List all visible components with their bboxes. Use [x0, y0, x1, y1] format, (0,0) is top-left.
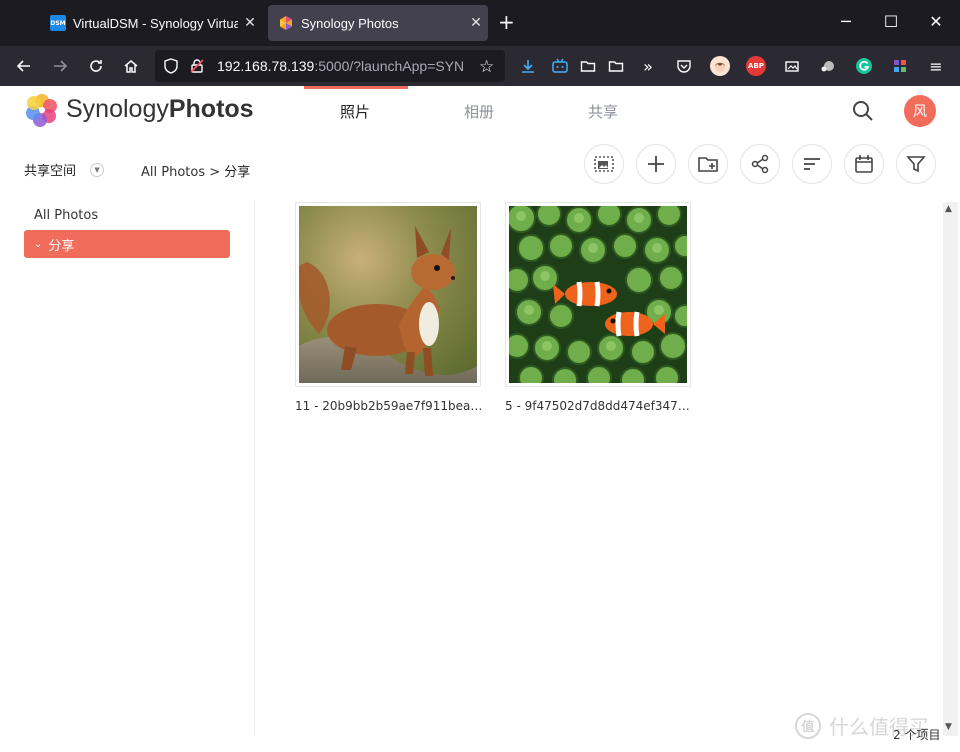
photo-caption[interactable]: 5 - 9f47502d7d8dd474ef3476... [505, 399, 695, 413]
tab-virtualdsm[interactable]: DSM VirtualDSM - Synology Virtua ✕ [40, 5, 262, 41]
smzdm-logo-icon: 值 [795, 712, 821, 739]
photo-thumbnail-squirrel[interactable] [295, 202, 481, 387]
browser-tab-bar: DSM VirtualDSM - Synology Virtua ✕ Synol… [0, 0, 960, 46]
downloads-icon[interactable] [518, 56, 538, 76]
tab-title: VirtualDSM - Synology Virtua [73, 15, 238, 31]
tab-synology-photos[interactable]: Synology Photos ✕ [268, 5, 488, 41]
filter-icon[interactable] [896, 144, 936, 184]
home-icon[interactable] [117, 52, 145, 80]
brand-bold: Photos [168, 95, 254, 123]
brand-light: Synology [66, 95, 169, 123]
url-host: 192.168.78.139 [217, 58, 315, 74]
forward-icon[interactable] [46, 52, 74, 80]
extension-ball-icon[interactable] [818, 56, 838, 76]
dsm-favicon-icon: DSM [50, 15, 66, 31]
minimize-icon[interactable]: ─ [836, 10, 856, 34]
browser-nav-bar: 192.168.78.139:5000/?launchApp=SYN ☆ » A… [0, 46, 960, 86]
url-path: :5000/?launchApp=SYN [314, 58, 465, 74]
sort-icon[interactable] [792, 144, 832, 184]
menu-hamburger-icon[interactable]: ≡ [926, 56, 946, 76]
pocket-icon[interactable] [674, 56, 694, 76]
shield-icon[interactable] [163, 58, 179, 78]
photo-thumbnail-clownfish[interactable] [505, 202, 691, 387]
new-folder-icon[interactable] [688, 144, 728, 184]
overflow-chevrons-icon[interactable]: » [638, 56, 658, 76]
sidebar-divider [254, 200, 255, 736]
maximize-icon[interactable]: ☐ [881, 10, 901, 34]
scrollbar[interactable] [943, 202, 958, 736]
sidebar-item-label: 分享 [48, 238, 75, 254]
screenshot-icon[interactable] [782, 56, 802, 76]
sidebar-item-shared-folder[interactable]: ⌄ 分享 [24, 230, 230, 258]
tab-close-icon[interactable]: ✕ [464, 15, 488, 31]
space-selector-label: 共享空间 [24, 164, 77, 179]
photo-caption[interactable]: 11 - 20b9bb2b59ae7f911beac... [295, 399, 485, 413]
breadcrumb: All Photos > 分享 [141, 161, 250, 180]
clownfish-image [509, 206, 687, 383]
color-grid-extension-icon[interactable] [890, 56, 910, 76]
folder-icon[interactable] [578, 56, 598, 76]
anime-avatar-extension-icon[interactable] [710, 56, 730, 76]
add-icon[interactable] [636, 144, 676, 184]
bookmark-star-icon[interactable]: ☆ [479, 57, 494, 77]
reload-icon[interactable] [82, 52, 110, 80]
app-brand: SynologyPhotos [66, 95, 254, 124]
close-window-icon[interactable]: ✕ [926, 10, 946, 34]
breadcrumb-current: 分享 [224, 165, 251, 180]
chevron-down-icon[interactable]: ⌄ [34, 239, 42, 250]
item-count: 2 个项目 [893, 728, 941, 742]
user-avatar[interactable]: 风 [904, 95, 936, 127]
share-icon[interactable] [740, 144, 780, 184]
scroll-up-icon[interactable]: ▲ [945, 204, 952, 214]
search-icon[interactable] [850, 98, 876, 124]
folder-icon[interactable] [606, 56, 626, 76]
bilibili-icon[interactable] [550, 56, 570, 76]
tab-close-icon[interactable]: ✕ [238, 15, 262, 31]
select-icon[interactable] [584, 144, 624, 184]
url-text[interactable]: 192.168.78.139:5000/?launchApp=SYN [217, 58, 467, 74]
synology-photos-logo [24, 92, 60, 128]
url-bar[interactable]: 192.168.78.139:5000/?launchApp=SYN ☆ [155, 50, 505, 82]
sidebar-item-all-photos[interactable]: All Photos [34, 208, 98, 223]
new-tab-icon[interactable]: + [498, 11, 515, 33]
tab-photos[interactable]: 照片 [340, 101, 370, 122]
scroll-down-icon[interactable]: ▼ [945, 722, 952, 732]
tab-shared[interactable]: 共享 [588, 101, 618, 122]
tab-title: Synology Photos [301, 15, 399, 31]
insecure-lock-icon[interactable] [189, 58, 205, 78]
breadcrumb-separator: > [209, 165, 221, 180]
active-tab-indicator [304, 86, 408, 89]
squirrel-image [299, 206, 477, 383]
synology-photos-favicon-icon [278, 15, 294, 31]
space-selector[interactable]: 共享空间 ▼ [24, 160, 105, 179]
tab-albums[interactable]: 相册 [464, 101, 494, 122]
chevron-down-icon: ▼ [90, 162, 105, 177]
grammarly-icon[interactable] [854, 56, 874, 76]
adblock-plus-icon[interactable]: ABP [746, 56, 766, 76]
calendar-icon[interactable] [844, 144, 884, 184]
breadcrumb-root[interactable]: All Photos [141, 165, 205, 180]
back-icon[interactable] [10, 52, 38, 80]
